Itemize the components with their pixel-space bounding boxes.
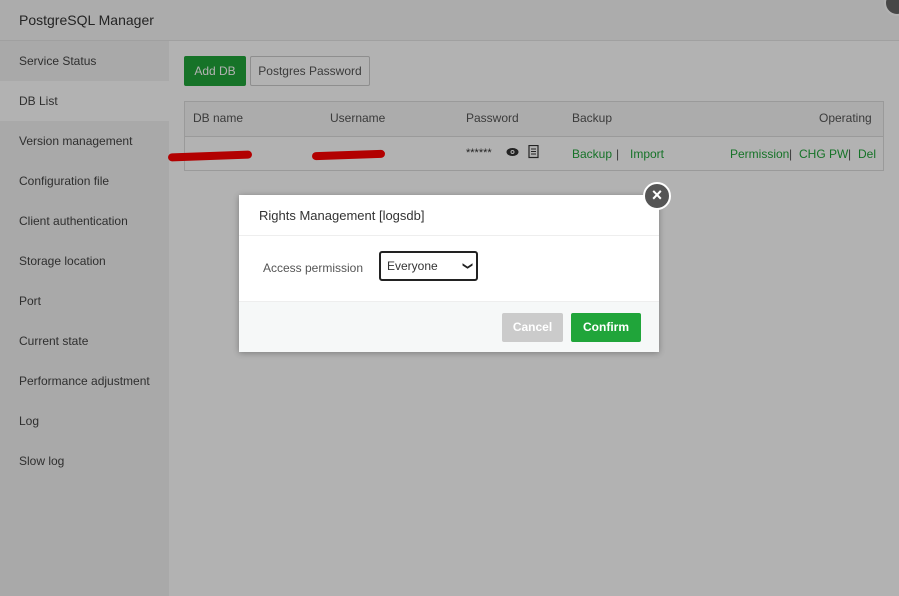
chevron-down-icon: ❯ (461, 261, 473, 271)
confirm-button[interactable]: Confirm (571, 313, 641, 342)
cancel-button[interactable]: Cancel (502, 313, 563, 342)
access-permission-label: Access permission (263, 261, 364, 275)
access-permission-select[interactable]: Everyone ❯ (379, 251, 478, 281)
select-value: Everyone (387, 259, 438, 273)
dialog-title: Rights Management [logsdb] (239, 195, 659, 236)
close-icon[interactable]: × (643, 182, 671, 210)
rights-management-dialog: Rights Management [logsdb] Access permis… (239, 195, 659, 352)
